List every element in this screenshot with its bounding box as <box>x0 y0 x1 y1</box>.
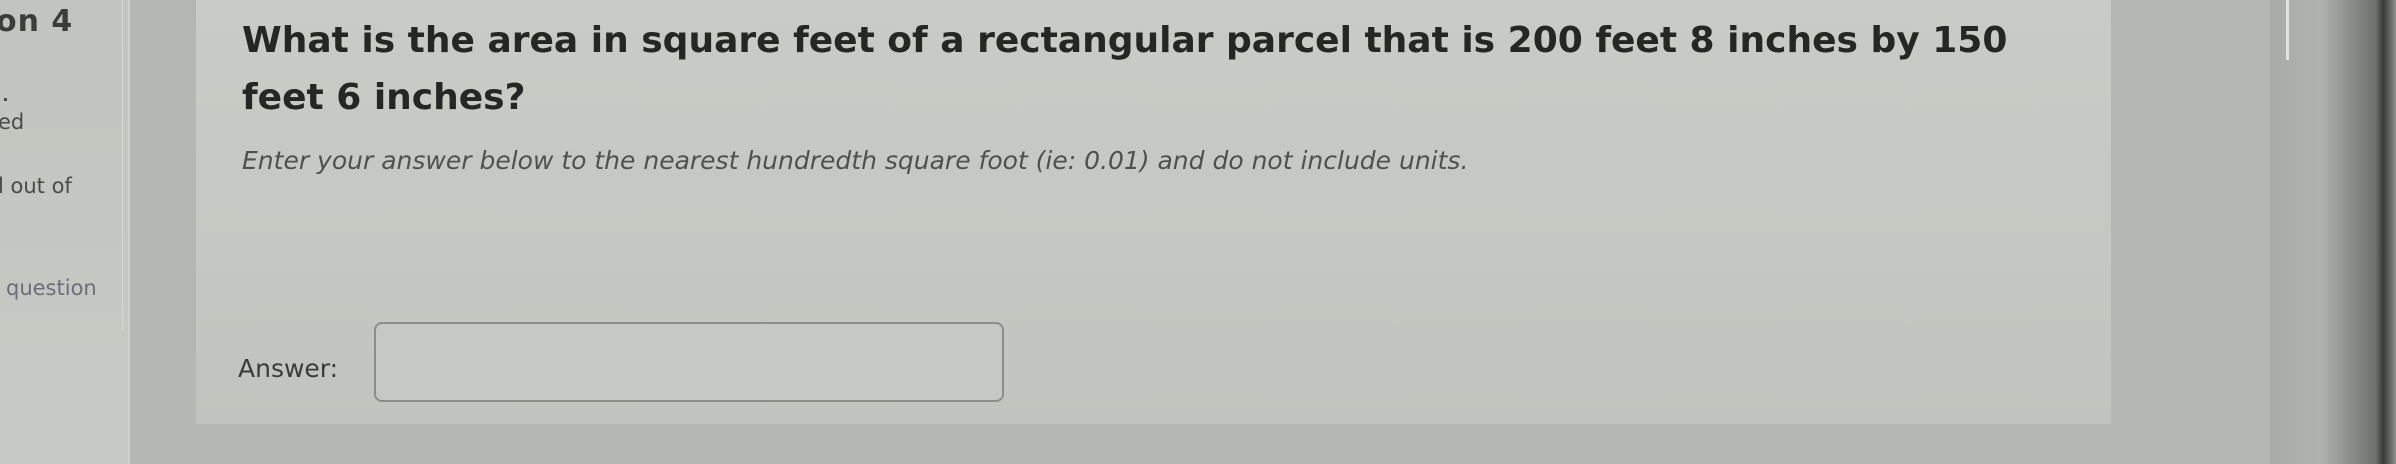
answer-input[interactable] <box>374 322 1004 402</box>
window-edge <box>2270 0 2396 464</box>
scrollbar-track[interactable] <box>2286 0 2289 60</box>
answer-label: Answer: <box>238 354 339 383</box>
question-number: on 4 <box>0 4 74 39</box>
status-marker <box>4 98 7 101</box>
question-marks: l out of <box>0 174 72 198</box>
flag-question-link[interactable]: question <box>6 276 97 300</box>
question-text: What is the area in square feet of a rec… <box>242 20 2008 118</box>
question-status: ed <box>0 110 25 134</box>
question-info-sidebar: on 4 ed l out of question <box>0 0 130 464</box>
question-content-panel: What is the area in square feet of a rec… <box>196 0 2111 424</box>
question-instructions: Enter your answer below to the nearest h… <box>242 146 1469 175</box>
